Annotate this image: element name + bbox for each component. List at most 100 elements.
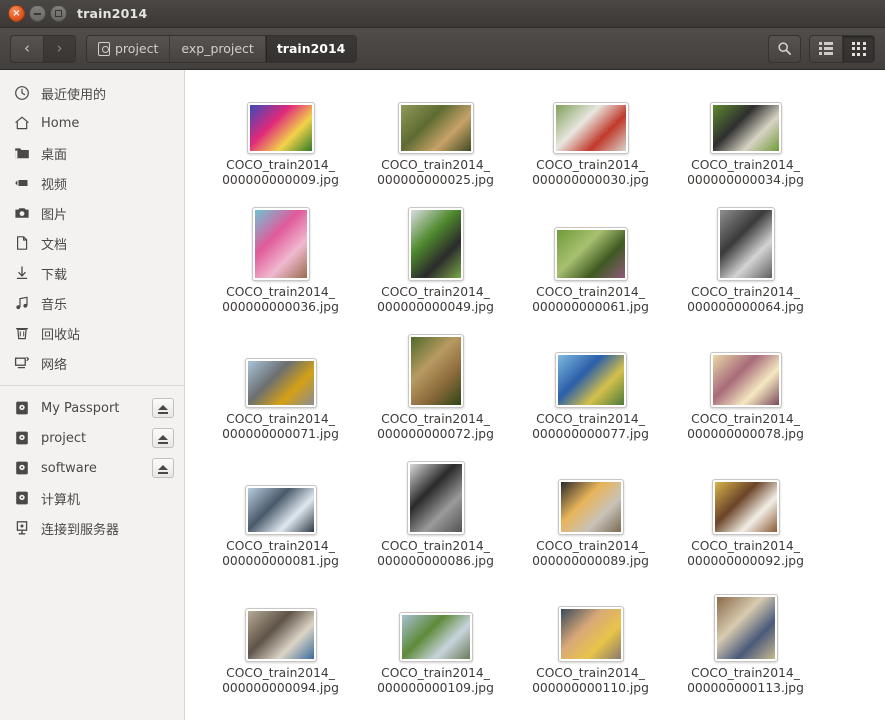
- sidebar-item-trash[interactable]: 回收站: [0, 318, 184, 348]
- file-name: COCO_train2014_ 000000000092.jpg: [671, 539, 821, 569]
- file-item[interactable]: COCO_train2014_ 000000000081.jpg: [203, 465, 358, 582]
- search-button[interactable]: [768, 34, 801, 63]
- sidebar-item-home[interactable]: Home: [0, 108, 184, 138]
- thumbnail-image: [712, 105, 779, 151]
- breadcrumb-item-exp-project[interactable]: exp_project: [170, 35, 266, 62]
- grid-view-button[interactable]: [842, 34, 875, 63]
- file-item[interactable]: COCO_train2014_ 000000000071.jpg: [203, 338, 358, 455]
- file-name-line1: COCO_train2014_: [381, 158, 490, 172]
- file-thumbnail-container: [244, 467, 317, 535]
- close-icon[interactable]: ×: [8, 5, 25, 22]
- minimize-icon[interactable]: [29, 5, 46, 22]
- thumbnail-image: [410, 337, 461, 405]
- file-item[interactable]: COCO_train2014_ 000000000049.jpg: [358, 207, 513, 328]
- file-name-line2: 000000000094.jpg: [222, 681, 339, 695]
- breadcrumb-item-project[interactable]: project: [87, 35, 171, 62]
- drive-icon: [98, 41, 110, 56]
- file-list-area[interactable]: COCO_train2014_ 000000000009.jpg COCO_trai…: [185, 70, 885, 720]
- file-name-line2: 000000000009.jpg: [222, 173, 339, 187]
- sidebar-item-desktop[interactable]: 桌面: [0, 138, 184, 168]
- file-item[interactable]: COCO_train2014_ 000000000110.jpg: [513, 592, 668, 709]
- drive-icon: [13, 490, 30, 507]
- file-item[interactable]: COCO_train2014_ 000000000064.jpg: [668, 207, 823, 328]
- thumbnail-image: [560, 482, 621, 532]
- file-item[interactable]: COCO_train2014_ 000000000077.jpg: [513, 338, 668, 455]
- sidebar-item-label: software: [41, 460, 97, 476]
- file-name-line1: COCO_train2014_: [381, 412, 490, 426]
- thumbnail-image: [410, 210, 461, 278]
- view-toggle-group: [809, 34, 875, 63]
- file-name-line1: COCO_train2014_: [536, 285, 645, 299]
- list-view-icon: [819, 42, 833, 55]
- thumbnail-image: [557, 355, 624, 405]
- drive-icon: [13, 400, 30, 417]
- sidebar-item-my-passport[interactable]: My Passport: [0, 393, 184, 423]
- sidebar-item-label: 网络: [41, 357, 68, 373]
- file-thumbnail-container: [397, 86, 474, 154]
- file-thumbnail-container: [244, 594, 317, 662]
- file-item[interactable]: COCO_train2014_ 000000000092.jpg: [668, 465, 823, 582]
- file-thumbnail: [552, 102, 629, 154]
- sidebar-item-connect-to-server[interactable]: 连接到服务器: [0, 513, 184, 543]
- sidebar-item-project[interactable]: project: [0, 423, 184, 453]
- file-thumbnail-container: [554, 340, 627, 408]
- sidebar-item-videos[interactable]: 视频: [0, 168, 184, 198]
- file-name-line2: 000000000036.jpg: [222, 300, 339, 314]
- file-item[interactable]: COCO_train2014_ 000000000078.jpg: [668, 338, 823, 455]
- sidebar-item-recent[interactable]: 最近使用的: [0, 78, 184, 108]
- thumbnail-image: [716, 597, 775, 659]
- file-thumbnail: [244, 485, 317, 535]
- file-thumbnail-container: [711, 467, 780, 535]
- eject-button[interactable]: [152, 458, 174, 478]
- file-thumbnail: [709, 352, 782, 408]
- file-name: COCO_train2014_ 000000000072.jpg: [361, 412, 511, 442]
- file-thumbnail: [398, 612, 473, 662]
- title-bar: × train2014: [0, 0, 885, 28]
- sidebar-item-label: 图片: [41, 207, 68, 223]
- thumbnail-image: [400, 105, 471, 151]
- file-thumbnail-container: [716, 207, 775, 281]
- file-item[interactable]: COCO_train2014_ 000000000094.jpg: [203, 592, 358, 709]
- file-name: COCO_train2014_ 000000000025.jpg: [361, 158, 511, 188]
- search-icon: [778, 42, 791, 55]
- breadcrumb-label: train2014: [276, 41, 346, 56]
- file-item[interactable]: COCO_train2014_ 000000000086.jpg: [358, 461, 513, 582]
- list-view-button[interactable]: [809, 34, 842, 63]
- sidebar-item-label: My Passport: [41, 400, 120, 416]
- file-item[interactable]: COCO_train2014_ 000000000072.jpg: [358, 334, 513, 455]
- file-item[interactable]: COCO_train2014_ 000000000034.jpg: [668, 84, 823, 201]
- toolbar-right-actions: [768, 34, 875, 63]
- file-name-line1: COCO_train2014_: [381, 539, 490, 553]
- file-item[interactable]: COCO_train2014_ 000000000036.jpg: [203, 207, 358, 328]
- breadcrumb-item-train2014[interactable]: train2014: [265, 35, 357, 62]
- file-thumbnail: [246, 102, 315, 154]
- file-item[interactable]: COCO_train2014_ 000000000030.jpg: [513, 84, 668, 201]
- file-name: COCO_train2014_ 000000000078.jpg: [671, 412, 821, 442]
- file-name-line2: 000000000081.jpg: [222, 554, 339, 568]
- clock-icon: [13, 85, 30, 102]
- file-name-line2: 000000000025.jpg: [377, 173, 494, 187]
- file-name: COCO_train2014_ 000000000071.jpg: [206, 412, 356, 442]
- sidebar-item-software[interactable]: software: [0, 453, 184, 483]
- file-thumbnail-container: [407, 207, 464, 281]
- eject-button[interactable]: [152, 398, 174, 418]
- sidebar-item-pictures[interactable]: 图片: [0, 198, 184, 228]
- file-item[interactable]: COCO_train2014_ 000000000109.jpg: [358, 592, 513, 709]
- maximize-icon[interactable]: [50, 5, 67, 22]
- file-name-line1: COCO_train2014_: [691, 539, 800, 553]
- file-name-line1: COCO_train2014_: [226, 158, 335, 172]
- sidebar-item-documents[interactable]: 文档: [0, 228, 184, 258]
- sidebar-item-network[interactable]: 网络: [0, 348, 184, 378]
- file-item[interactable]: COCO_train2014_ 000000000009.jpg: [203, 84, 358, 201]
- thumbnail-image: [714, 482, 777, 532]
- sidebar-item-downloads[interactable]: 下载: [0, 258, 184, 288]
- eject-button[interactable]: [152, 428, 174, 448]
- sidebar-item-computer[interactable]: 计算机: [0, 483, 184, 513]
- file-item[interactable]: COCO_train2014_ 000000000061.jpg: [513, 211, 668, 328]
- file-item[interactable]: COCO_train2014_ 000000000025.jpg: [358, 84, 513, 201]
- forward-button[interactable]: ›: [43, 34, 76, 63]
- file-item[interactable]: COCO_train2014_ 000000000113.jpg: [668, 592, 823, 709]
- back-button[interactable]: ‹: [10, 34, 43, 63]
- file-item[interactable]: COCO_train2014_ 000000000089.jpg: [513, 465, 668, 582]
- sidebar-item-music[interactable]: 音乐: [0, 288, 184, 318]
